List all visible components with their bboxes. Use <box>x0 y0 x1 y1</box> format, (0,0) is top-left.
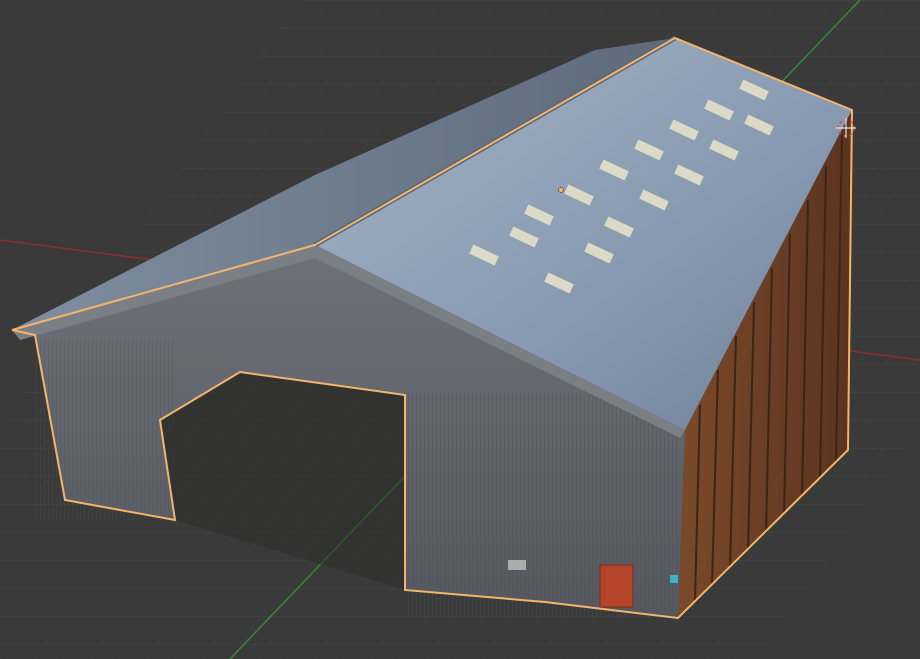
wall-sign <box>508 560 526 570</box>
wall-marker <box>670 575 678 583</box>
3d-viewport[interactable] <box>0 0 920 659</box>
viewport-scene[interactable] <box>0 0 920 659</box>
front-wall-corrugation <box>405 395 678 618</box>
front-door <box>599 564 634 608</box>
object-origin-icon[interactable] <box>558 187 564 193</box>
left-wall-corrugation <box>35 340 175 520</box>
